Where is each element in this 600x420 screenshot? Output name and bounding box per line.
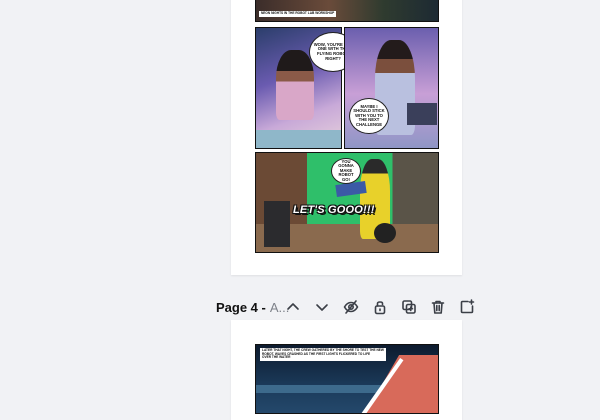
- comic-panel-1: NEON NIGHTS IN THE ROBOT LAB WORKSHOP: [255, 0, 439, 22]
- panel-caption: LATER THAT NIGHT, THE CREW GATHERED BY T…: [260, 348, 386, 361]
- eye-slash-icon: [343, 300, 359, 314]
- add-page-icon: [460, 299, 475, 314]
- page-label-text: Page 4: [216, 299, 258, 315]
- hide-page-button[interactable]: [341, 297, 361, 317]
- add-page-button[interactable]: [457, 297, 477, 317]
- speech-bubble: YOU GONNA MAKE ROBOT GO!: [331, 158, 361, 184]
- delete-page-button[interactable]: [428, 297, 448, 317]
- trash-icon: [431, 300, 445, 314]
- machine: [264, 201, 290, 247]
- desk-surface: [256, 130, 341, 148]
- chevron-down-icon: [316, 304, 328, 311]
- duplicate-page-button[interactable]: [399, 297, 419, 317]
- character-figure: [276, 50, 314, 120]
- comic-panel-1: LATER THAT NIGHT, THE CREW GATHERED BY T…: [255, 344, 439, 414]
- page-3-canvas[interactable]: NEON NIGHTS IN THE ROBOT LAB WORKSHOP WO…: [231, 0, 462, 275]
- panel-caption: NEON NIGHTS IN THE ROBOT LAB WORKSHOP: [259, 11, 337, 17]
- sound-effect-text: LET'S GOOO!!!: [293, 204, 375, 216]
- page-4-canvas[interactable]: LATER THAT NIGHT, THE CREW GATHERED BY T…: [231, 320, 462, 420]
- wheel: [374, 223, 396, 243]
- move-page-up-button[interactable]: [283, 297, 303, 317]
- lock-page-button[interactable]: [370, 297, 390, 317]
- page-label-separator: -: [257, 299, 266, 315]
- page-number-label: Page 4 -: [216, 300, 266, 315]
- unlock-icon: [374, 301, 386, 315]
- speech-bubble: MAYBE I SHOULD STICK WITH YOU TO THE NEX…: [349, 98, 389, 134]
- laptop: [407, 103, 437, 125]
- duplicate-icon: [402, 300, 416, 314]
- move-page-down-button[interactable]: [312, 297, 332, 317]
- chevron-up-icon: [287, 303, 299, 310]
- page-header: Page 4 - A...: [216, 297, 289, 317]
- caption-line: OVER THE WATER: [262, 355, 291, 360]
